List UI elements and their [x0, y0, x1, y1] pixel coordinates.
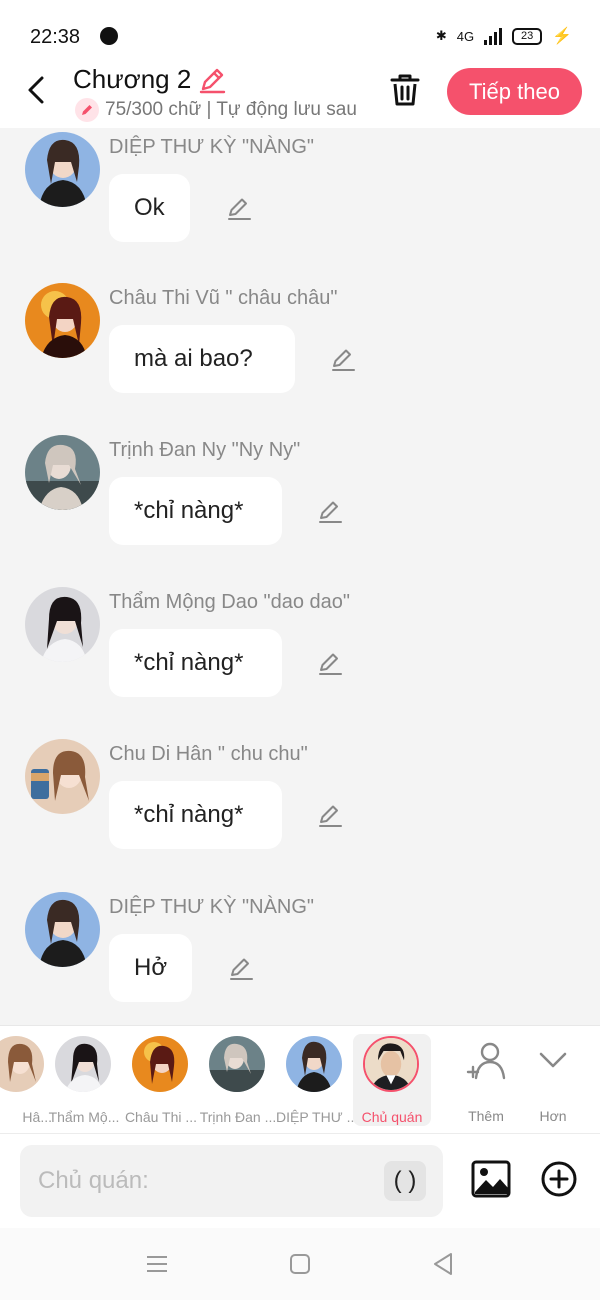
message-item: Châu Thi Vũ " châu châu" mà ai bao? — [0, 283, 600, 435]
avatar[interactable] — [25, 435, 100, 510]
message-item: Thẩm Mộng Dao "dao dao" *chỉ nàng* — [0, 587, 600, 739]
message-bubble[interactable]: *chỉ nàng* — [109, 629, 282, 697]
character-label: Chủ quán — [361, 1109, 423, 1125]
character-selector: Hâ... Thẩm Mộ... Châu Thi ... Trịnh Đan … — [0, 1025, 600, 1133]
character-avatar — [0, 1036, 44, 1092]
sender-name: Châu Thi Vũ " châu châu" — [109, 287, 338, 309]
character-avatar — [286, 1036, 342, 1092]
avatar[interactable] — [25, 739, 100, 814]
message-bubble[interactable]: Hở — [109, 934, 192, 1002]
image-icon[interactable] — [471, 1160, 511, 1198]
character-label: DIỆP THƯ ... — [276, 1109, 354, 1125]
message-feed[interactable]: DIỆP THƯ KỲ "NÀNG" Ok Châu Thi Vũ " châu… — [0, 128, 600, 1025]
character-label: Thẩm Mộ... — [48, 1109, 120, 1125]
add-circle-icon[interactable] — [540, 1160, 578, 1198]
message-bubble[interactable]: *chỉ nàng* — [109, 477, 282, 545]
character-avatar — [209, 1036, 265, 1092]
avatar[interactable] — [25, 892, 100, 967]
add-label: Thêm — [468, 1108, 504, 1124]
more-button[interactable]: Hơn — [523, 1040, 583, 1130]
title-row: Chương 2 — [73, 64, 227, 95]
avatar[interactable] — [25, 132, 100, 207]
message-item: Trịnh Đan Ny "Ny Ny" *chỉ nàng* — [0, 435, 600, 587]
word-count-autosave: 75/300 chữ | Tự động lưu sau — [105, 99, 357, 120]
character-chip[interactable]: Châu Thi ... — [122, 1034, 200, 1126]
chapter-title[interactable]: Chương 2 — [73, 64, 191, 95]
character-avatar — [55, 1036, 111, 1092]
character-chip-selected[interactable]: Chủ quán — [353, 1034, 431, 1126]
edit-message-icon[interactable] — [316, 649, 344, 677]
edit-message-icon[interactable] — [225, 194, 253, 222]
message-item: DIỆP THƯ KỲ "NÀNG" Ok — [0, 132, 600, 284]
back-arrow-icon[interactable] — [22, 72, 52, 108]
input-bar: ( ) — [0, 1133, 600, 1228]
character-avatar — [363, 1036, 419, 1092]
more-label: Hơn — [539, 1108, 567, 1124]
system-nav-bar — [0, 1228, 600, 1300]
character-chip[interactable]: Trịnh Đan ... — [199, 1034, 277, 1126]
subtitle-row: 75/300 chữ | Tự động lưu sau — [75, 98, 360, 122]
message-bubble[interactable]: *chỉ nàng* — [109, 781, 282, 849]
sender-name: Chu Di Hân " chu chu" — [109, 743, 308, 765]
status-time: 22:38 — [30, 26, 81, 48]
message-item: DIỆP THƯ KỲ "NÀNG" Hở — [0, 892, 600, 1025]
sender-name: Trịnh Đan Ny "Ny Ny" — [109, 439, 301, 461]
network-type: 4G — [456, 28, 475, 44]
battery-icon: 23 — [512, 27, 543, 45]
message-input[interactable] — [20, 1145, 443, 1217]
character-chip[interactable]: DIỆP THƯ ... — [276, 1034, 354, 1126]
sender-name: DIỆP THƯ KỲ "NÀNG" — [109, 896, 315, 918]
character-chip[interactable]: Thẩm Mộ... — [45, 1034, 123, 1126]
edit-message-icon[interactable] — [227, 954, 255, 982]
character-label: Châu Thi ... — [124, 1109, 198, 1125]
back-icon[interactable] — [429, 1250, 457, 1278]
trash-icon[interactable] — [388, 72, 422, 108]
message-item: Chu Di Hân " chu chu" *chỉ nàng* — [0, 739, 600, 891]
avatar[interactable] — [25, 283, 100, 358]
action-paren-button[interactable]: ( ) — [384, 1161, 426, 1201]
edit-message-icon[interactable] — [329, 345, 357, 373]
header: Chương 2 75/300 chữ | Tự động lưu sau Ti… — [0, 56, 600, 128]
message-bubble[interactable]: mà ai bao? — [109, 325, 295, 393]
menu-icon[interactable] — [143, 1250, 171, 1278]
avatar[interactable] — [25, 587, 100, 662]
sender-name: Thẩm Mộng Dao "dao dao" — [109, 591, 351, 613]
bluetooth-icon: ✱ — [435, 28, 447, 43]
character-label: Trịnh Đan ... — [199, 1109, 277, 1125]
add-character-button[interactable]: Thêm — [456, 1040, 516, 1130]
home-icon[interactable] — [286, 1250, 314, 1278]
character-avatar — [132, 1036, 188, 1092]
next-button[interactable]: Tiếp theo — [447, 68, 582, 115]
charging-icon: ⚡ — [552, 28, 572, 45]
message-bubble[interactable]: Ok — [109, 174, 190, 242]
edit-message-icon[interactable] — [316, 497, 344, 525]
edit-title-icon[interactable] — [197, 65, 227, 95]
chevron-down-icon — [539, 1052, 567, 1068]
edit-message-icon[interactable] — [316, 801, 344, 829]
sender-name: DIỆP THƯ KỲ "NÀNG" — [109, 136, 315, 158]
signal-icon — [484, 27, 503, 45]
status-icons: ✱ 4G 23 ⚡ — [436, 26, 572, 46]
add-user-icon — [466, 1042, 506, 1080]
pencil-icon — [75, 98, 99, 122]
globe-icon — [100, 27, 118, 45]
